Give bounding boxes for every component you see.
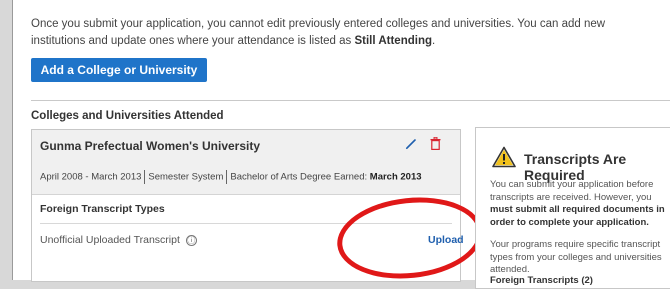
separator <box>144 170 146 184</box>
add-college-button[interactable]: Add a College or University <box>31 58 207 82</box>
academic-system: Semester System <box>148 171 224 183</box>
upload-link[interactable]: Upload <box>428 234 464 246</box>
panel-paragraph-1: You can submit your application before t… <box>490 179 670 229</box>
college-card: Gunma Prefectual Women's University Apri… <box>31 129 464 282</box>
foreign-transcripts-heading: Foreign Transcripts (2) <box>490 275 593 286</box>
panel-emphasis: must submit all required documents in or… <box>490 204 665 228</box>
section-title: Colleges and Universities Attended <box>31 110 224 122</box>
transcript-type-label: Unofficial Uploaded Transcript <box>40 234 180 246</box>
transcripts-required-panel: Transcripts Are Required You can submit … <box>475 127 670 289</box>
intro-emphasis: Still Attending <box>354 35 432 47</box>
college-name: Gunma Prefectual Women's University <box>40 139 261 153</box>
card-divider <box>40 223 452 224</box>
section-divider <box>31 100 670 101</box>
separator <box>226 170 228 184</box>
application-page: Once you submit your application, you ca… <box>12 0 670 289</box>
panel-text: You can submit your application before t… <box>490 179 654 203</box>
college-attendance-details: April 2008 - March 2013 Semester System Ba… <box>40 170 422 184</box>
intro-text: Once you submit your application, you ca… <box>31 16 631 50</box>
degree-label: Bachelor of Arts Degree Earned: <box>230 171 370 183</box>
info-icon[interactable]: ⓘ <box>185 234 197 246</box>
transcript-row: Unofficial Uploaded Transcript ⓘ <box>40 234 197 246</box>
intro-text-main: Once you submit your application, you ca… <box>31 18 606 47</box>
trash-icon[interactable] <box>430 137 441 150</box>
attendance-dates: April 2008 - March 2013 <box>40 171 142 183</box>
intro-text-end: . <box>432 35 436 47</box>
foreign-transcript-types-title: Foreign Transcript Types <box>40 203 165 215</box>
panel-paragraph-2: Your programs require specific transcrip… <box>490 239 662 275</box>
degree-date: March 2013 <box>369 171 422 183</box>
warning-icon <box>492 146 516 168</box>
college-card-header: Gunma Prefectual Women's University Apri… <box>32 130 460 195</box>
pencil-icon[interactable] <box>405 138 417 150</box>
